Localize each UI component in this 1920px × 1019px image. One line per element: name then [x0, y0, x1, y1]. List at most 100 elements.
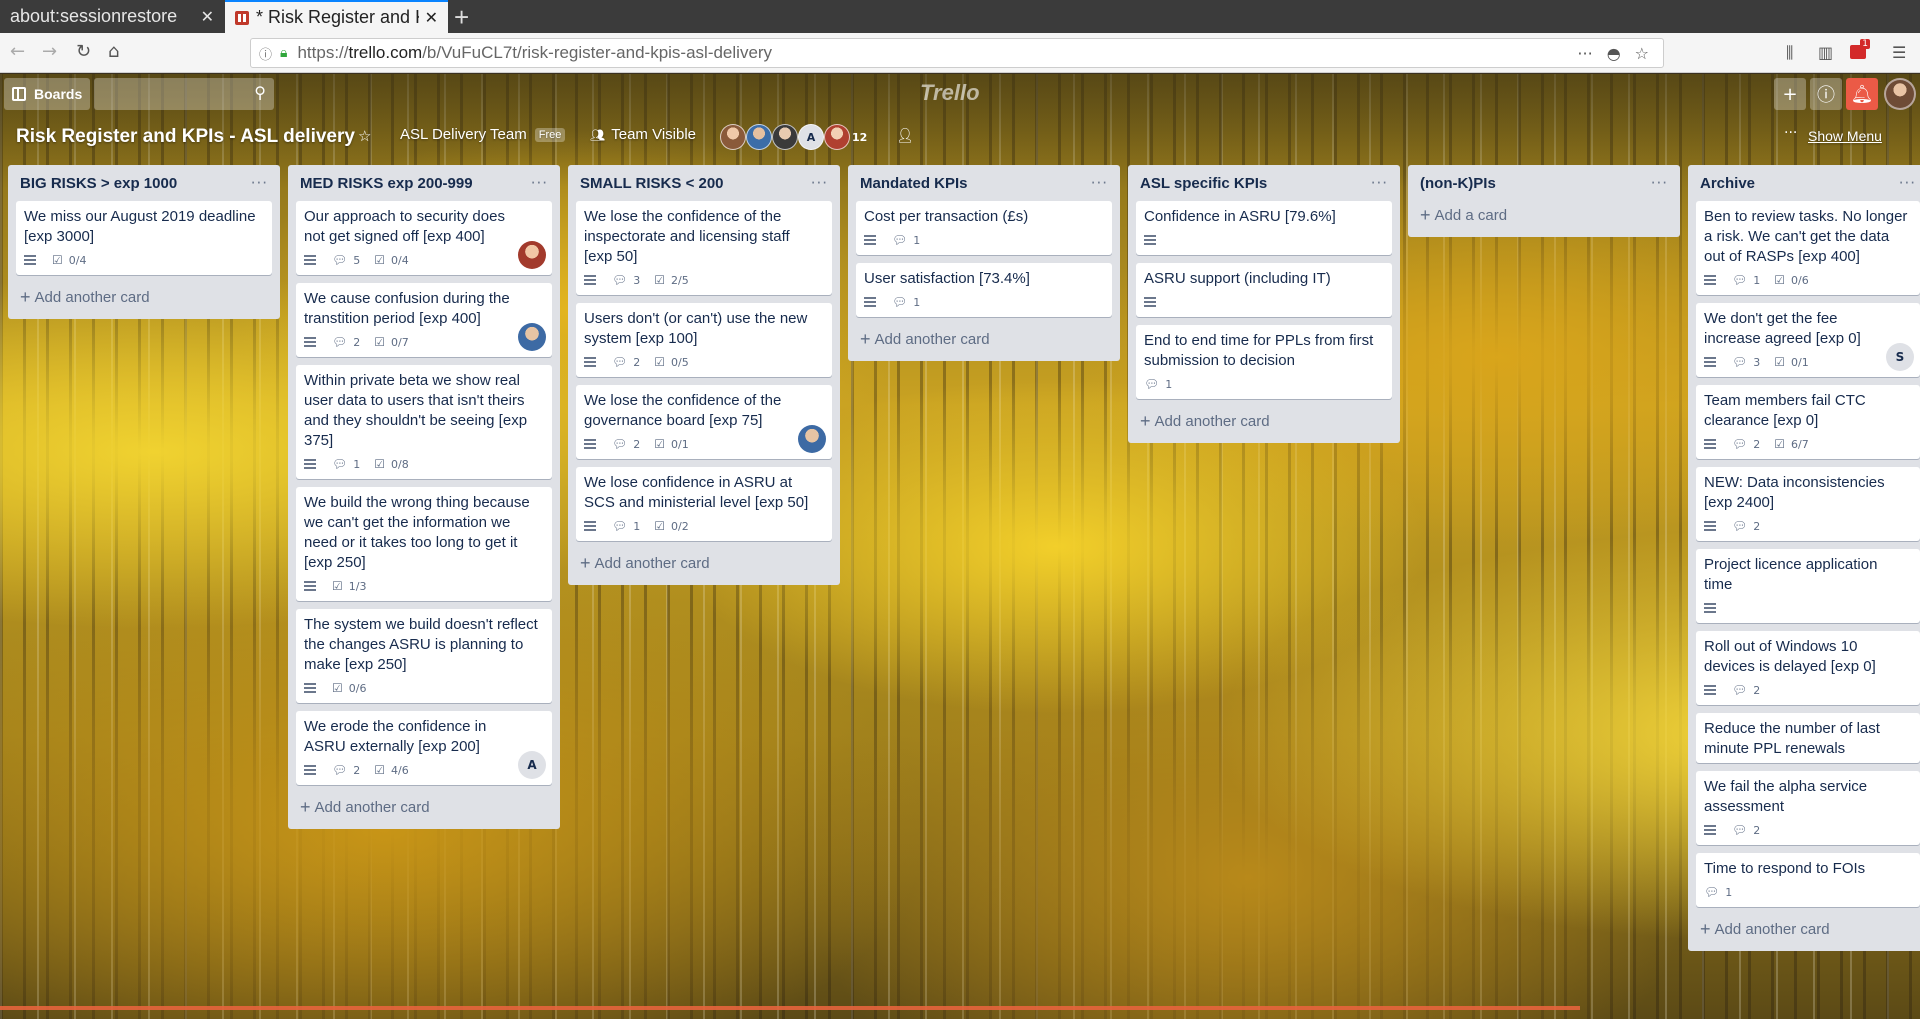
page-actions-icon[interactable]: ···	[1577, 44, 1592, 63]
card[interactable]: End to end time for PPLs from first subm…	[1136, 325, 1392, 399]
member-avatar[interactable]: S	[1886, 343, 1914, 371]
close-icon[interactable]: ✕	[201, 7, 214, 27]
library-icon[interactable]: ⫼	[1786, 43, 1793, 63]
add-button[interactable]: +	[1774, 78, 1806, 110]
list-title[interactable]: MED RISKS exp 200-999	[300, 175, 531, 192]
forward-arrow-icon[interactable]: →	[42, 41, 57, 62]
address-bar[interactable]: ⓘ 🔒︎ https://trello.com/b/VuFuCL7t/risk-…	[250, 38, 1664, 68]
add-card-button[interactable]: Add a card	[1416, 201, 1672, 229]
add-card-button[interactable]: Add another card	[856, 325, 1112, 353]
list-title[interactable]: ASL specific KPIs	[1140, 175, 1371, 192]
card[interactable]: Team members fail CTC clearance [exp 0] 💬…	[1696, 385, 1920, 459]
list-menu-icon[interactable]: ···	[251, 174, 268, 192]
member-avatar[interactable]	[518, 241, 546, 269]
pocket-icon[interactable]: ◓	[1607, 44, 1621, 63]
card[interactable]: The system we build doesn't reflect the …	[296, 609, 552, 703]
tab-trello-board[interactable]: * Risk Register and K ✕	[225, 0, 448, 33]
hamburger-menu-icon[interactable]: ☰	[1892, 43, 1906, 62]
extension-badge-icon[interactable]: 1	[1850, 39, 1870, 59]
list-header[interactable]: Mandated KPIs ···	[856, 165, 1112, 201]
card[interactable]: We build the wrong thing because we can'…	[296, 487, 552, 601]
checklist-badge: ☑ 0/8	[374, 457, 408, 471]
card[interactable]: We lose the confidence of the inspectora…	[576, 201, 832, 295]
list-menu-icon[interactable]: ···	[1651, 174, 1668, 192]
list-menu-icon[interactable]: ···	[1091, 174, 1108, 192]
card[interactable]: We cause confusion during the transtitio…	[296, 283, 552, 357]
list-menu-icon[interactable]: ···	[811, 174, 828, 192]
invite-member-icon[interactable]: 👤︎	[896, 128, 914, 144]
info-button[interactable]: ⓘ	[1810, 78, 1842, 110]
card[interactable]: We don't get the fee increase agreed [ex…	[1696, 303, 1920, 377]
show-menu-link[interactable]: Show Menu	[1808, 128, 1882, 144]
card[interactable]: Cost per transaction (£s) 💬︎ 1	[856, 201, 1112, 255]
add-card-button[interactable]: Add another card	[576, 549, 832, 577]
add-card-button[interactable]: Add another card	[1136, 407, 1392, 435]
list-header[interactable]: ASL specific KPIs ···	[1136, 165, 1392, 201]
notifications-button[interactable]: 🔔︎	[1846, 78, 1878, 110]
list-menu-icon[interactable]: ···	[1371, 174, 1388, 192]
add-card-button[interactable]: Add another card	[1696, 915, 1920, 943]
new-tab-button[interactable]: +	[454, 2, 469, 33]
list-header[interactable]: MED RISKS exp 200-999 ···	[296, 165, 552, 201]
list-header[interactable]: (non-K)PIs ···	[1416, 165, 1672, 201]
card[interactable]: Ben to review tasks. No longer a risk. W…	[1696, 201, 1920, 295]
board-title[interactable]: Risk Register and KPIs - ASL delivery	[16, 126, 355, 148]
bookmark-star-icon[interactable]: ☆	[1635, 44, 1649, 63]
card[interactable]: Project licence application time	[1696, 549, 1920, 623]
card[interactable]: User satisfaction [73.4%] 💬︎ 1	[856, 263, 1112, 317]
list-title[interactable]: SMALL RISKS < 200	[580, 175, 811, 192]
list-title[interactable]: BIG RISKS > exp 1000	[20, 175, 251, 192]
info-icon[interactable]: ⓘ	[259, 44, 272, 63]
search-input[interactable]: ⚲	[94, 78, 274, 110]
home-icon[interactable]: ⌂	[108, 41, 119, 62]
tab-session-restore[interactable]: about:sessionrestore ✕	[0, 0, 224, 33]
member-count[interactable]: 12	[852, 131, 867, 144]
list-title[interactable]: (non-K)PIs	[1420, 175, 1651, 192]
checklist-count: 0/6	[1791, 273, 1809, 287]
list-menu-icon[interactable]: ···	[531, 174, 548, 192]
card[interactable]: Time to respond to FOIs 💬︎ 1	[1696, 853, 1920, 907]
card[interactable]: We erode the confidence in ASRU external…	[296, 711, 552, 785]
card[interactable]: We fail the alpha service assessment 💬︎ 2	[1696, 771, 1920, 845]
card[interactable]: Within private beta we show real user da…	[296, 365, 552, 479]
member-avatar[interactable]	[746, 124, 772, 150]
add-card-button[interactable]: Add another card	[16, 283, 272, 311]
member-avatar[interactable]	[772, 124, 798, 150]
close-icon[interactable]: ✕	[425, 8, 438, 28]
card[interactable]: We lose the confidence of the governance…	[576, 385, 832, 459]
member-avatar[interactable]	[518, 323, 546, 351]
list-header[interactable]: Archive ···	[1696, 165, 1920, 201]
reload-icon[interactable]: ↻	[76, 41, 91, 62]
member-avatar[interactable]	[720, 124, 746, 150]
list-menu-icon[interactable]: ···	[1899, 174, 1916, 192]
member-avatar[interactable]: A	[518, 751, 546, 779]
sidebar-icon[interactable]: ▥	[1818, 43, 1833, 62]
team-button[interactable]: ASL Delivery Team Free	[400, 126, 566, 143]
card[interactable]: We lose confidence in ASRU at SCS and mi…	[576, 467, 832, 541]
visibility-button[interactable]: 👥︎ Team Visible	[590, 126, 696, 143]
member-avatar[interactable]	[824, 124, 850, 150]
card[interactable]: Our approach to security does not get si…	[296, 201, 552, 275]
card[interactable]: NEW: Data inconsistencies [exp 2400] 💬︎ 2	[1696, 467, 1920, 541]
back-arrow-icon[interactable]: ←	[10, 41, 25, 62]
menu-dots-icon[interactable]: ···	[1784, 125, 1797, 141]
boards-button[interactable]: Boards	[4, 78, 90, 110]
list-header[interactable]: BIG RISKS > exp 1000 ···	[16, 165, 272, 201]
card[interactable]: Confidence in ASRU [79.6%]	[1136, 201, 1392, 255]
add-card-button[interactable]: Add another card	[296, 793, 552, 821]
card-title: Time to respond to FOIs	[1704, 860, 1866, 877]
list-header[interactable]: SMALL RISKS < 200 ···	[576, 165, 832, 201]
list-title[interactable]: Archive	[1700, 175, 1899, 192]
card[interactable]: We miss our August 2019 deadline [exp 30…	[16, 201, 272, 275]
star-icon[interactable]: ☆	[358, 127, 371, 145]
member-avatar[interactable]	[798, 425, 826, 453]
member-avatar[interactable]: A	[798, 124, 824, 150]
horizontal-scrollbar[interactable]	[0, 1006, 1580, 1010]
trello-logo[interactable]: Trello	[920, 80, 980, 106]
card[interactable]: Roll out of Windows 10 devices is delaye…	[1696, 631, 1920, 705]
card[interactable]: Reduce the number of last minute PPL ren…	[1696, 713, 1920, 763]
account-avatar[interactable]	[1884, 78, 1916, 110]
card[interactable]: ASRU support (including IT)	[1136, 263, 1392, 317]
card[interactable]: Users don't (or can't) use the new syste…	[576, 303, 832, 377]
list-title[interactable]: Mandated KPIs	[860, 175, 1091, 192]
